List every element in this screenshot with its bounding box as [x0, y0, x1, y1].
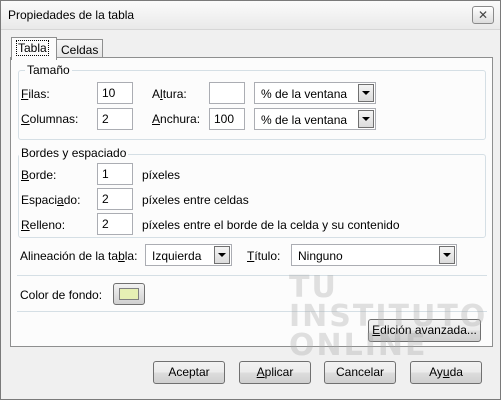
spacing-unit: píxeles entre celdas — [142, 193, 249, 207]
tab-celdas[interactable]: Celdas — [56, 39, 103, 59]
width-label: Anchura: — [152, 112, 201, 126]
tab-celdas-label: Celdas — [61, 43, 99, 57]
cancel-button[interactable]: Cancelar — [324, 361, 396, 384]
help-button[interactable]: Ayuda — [410, 361, 482, 384]
apply-button[interactable]: Aplicar — [239, 361, 311, 384]
caption-value: Ninguno — [298, 249, 343, 263]
border-input[interactable]: 1 — [97, 163, 133, 185]
borders-group-legend: Bordes y espaciado — [19, 146, 129, 160]
height-unit-value: % de la ventana — [261, 87, 348, 101]
height-label: Altura: — [152, 87, 187, 101]
padding-input[interactable]: 2 — [97, 213, 133, 235]
rows-label: Filas: — [21, 87, 50, 101]
chevron-down-icon — [214, 246, 230, 264]
spacing-input[interactable]: 2 — [97, 188, 133, 210]
chevron-down-icon — [358, 84, 374, 102]
columns-input[interactable]: 2 — [97, 108, 133, 130]
tab-tabla[interactable]: Tabla — [11, 37, 57, 60]
alignment-value: Izquierda — [152, 249, 202, 263]
border-unit: píxeles — [142, 168, 181, 182]
chevron-down-icon — [358, 110, 374, 128]
size-group-legend: Tamaño — [25, 63, 72, 77]
table-properties-dialog: Propiedades de la tabla ✕ Tabla Celdas T… — [0, 0, 501, 400]
divider — [17, 311, 487, 312]
advanced-edit-button[interactable]: Edición avanzada... — [368, 319, 481, 342]
caption-select[interactable]: Ninguno — [291, 244, 457, 266]
caption-label: Título: — [247, 249, 281, 263]
height-input[interactable] — [209, 82, 245, 104]
rows-input[interactable]: 10 — [97, 82, 133, 104]
size-group — [18, 70, 486, 140]
background-color-button[interactable] — [113, 283, 145, 305]
width-unit-value: % de la ventana — [261, 113, 348, 127]
spacing-label: Espaciado: — [21, 193, 81, 207]
padding-unit: píxeles entre el borde de la celda y su … — [142, 218, 400, 232]
height-unit-select[interactable]: % de la ventana — [254, 82, 376, 104]
width-input[interactable]: 100 — [209, 108, 245, 130]
close-button[interactable]: ✕ — [472, 6, 494, 24]
accept-button[interactable]: Aceptar — [153, 361, 225, 384]
title-bar: Propiedades de la tabla ✕ — [1, 1, 500, 30]
width-unit-select[interactable]: % de la ventana — [254, 108, 376, 130]
background-color-label: Color de fondo: — [20, 288, 103, 302]
divider — [17, 275, 487, 276]
tab-tabla-label: Tabla — [16, 40, 49, 56]
close-icon: ✕ — [477, 8, 489, 22]
alignment-select[interactable]: Izquierda — [145, 244, 232, 266]
columns-label: Columnas: — [21, 112, 79, 126]
color-swatch — [119, 288, 139, 300]
window-title: Propiedades de la tabla — [8, 8, 135, 22]
padding-label: Relleno: — [21, 218, 66, 232]
chevron-down-icon — [439, 246, 455, 264]
border-label: Borde: — [21, 168, 57, 182]
alignment-label: Alineación de la tabla: — [20, 249, 138, 263]
tab-panel: Tamaño Filas: 10 Altura: % de la ventana… — [10, 57, 493, 347]
